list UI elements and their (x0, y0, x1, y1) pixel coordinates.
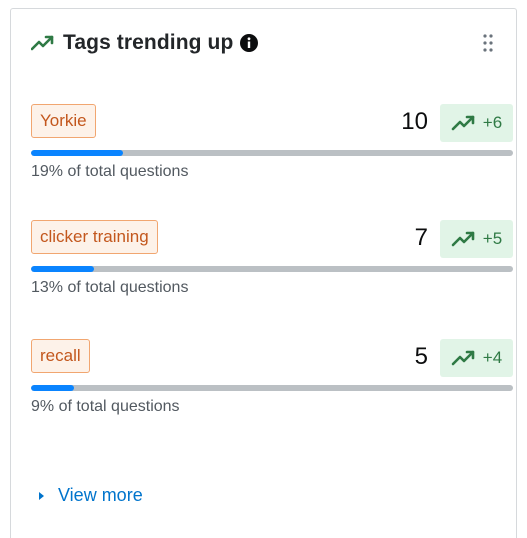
view-more-label: View more (58, 485, 143, 505)
share-text: 13% of total questions (31, 279, 189, 296)
caret-right-icon (39, 491, 44, 500)
tag-count: 10 (401, 108, 428, 135)
trending-tag-row: Yorkie 10 +6 19% of total questions (31, 104, 516, 204)
trending-tags-card: Tags trending up Yorkie 10 +6 19% of tot… (10, 8, 517, 538)
share-progress-bar (31, 266, 513, 272)
tag-chip[interactable]: recall (31, 339, 90, 373)
card-title: Tags trending up (63, 31, 234, 54)
trend-delta-badge: +4 (440, 339, 513, 377)
trend-delta-badge: +5 (440, 220, 513, 258)
trending-up-icon (31, 35, 54, 51)
trend-delta-value: +6 (482, 113, 503, 132)
trend-delta-value: +5 (482, 229, 503, 248)
share-progress-bar (31, 150, 513, 156)
share-progress-fill (31, 150, 123, 156)
share-progress-fill (31, 385, 75, 391)
trend-delta-value: +4 (482, 348, 503, 367)
tag-count: 7 (414, 224, 428, 251)
share-progress-fill (31, 266, 94, 272)
info-icon[interactable] (239, 33, 259, 53)
trending-up-icon (451, 231, 475, 247)
tag-count: 5 (414, 343, 428, 370)
share-text: 9% of total questions (31, 398, 180, 415)
tag-chip[interactable]: Yorkie (31, 104, 96, 138)
tag-chip[interactable]: clicker training (31, 220, 158, 254)
share-text: 19% of total questions (31, 163, 189, 180)
trending-up-icon (451, 115, 475, 131)
trend-delta-badge: +6 (440, 104, 513, 142)
trending-tag-row: clicker training 7 +5 13% of total quest… (31, 220, 516, 320)
card-header: Tags trending up (31, 27, 498, 59)
trending-up-icon (451, 350, 475, 366)
drag-handle-icon[interactable] (478, 31, 498, 55)
view-more-link[interactable]: View more (39, 485, 143, 506)
share-progress-bar (31, 385, 513, 391)
trending-tag-row: recall 5 +4 9% of total questions (31, 339, 516, 439)
